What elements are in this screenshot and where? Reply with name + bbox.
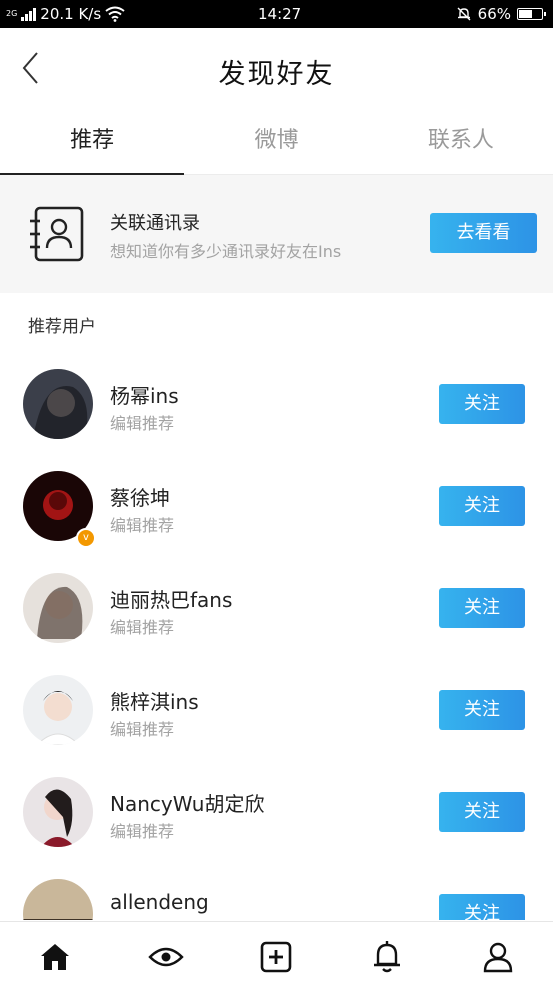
user-subtitle: 编辑推荐 <box>110 516 175 535</box>
bell-icon <box>374 941 401 973</box>
page-title: 发现好友 <box>218 59 335 90</box>
user-subtitle: 编辑推荐 <box>110 414 175 433</box>
follow-button[interactable]: 关注 <box>439 384 525 424</box>
clock: 14:27 <box>258 5 302 23</box>
battery-icon <box>517 8 546 20</box>
nav-notifications[interactable] <box>332 922 443 992</box>
user-name: 熊梓淇ins <box>110 690 199 714</box>
user-list[interactable]: 杨幂ins 编辑推荐 关注 v 蔡徐坤 编辑推荐 关注 迪丽热巴fans 编辑推… <box>0 350 553 920</box>
avatar[interactable] <box>23 675 93 745</box>
header: 发现好友 <box>0 28 553 110</box>
tab-recommended[interactable]: 推荐 <box>0 110 185 175</box>
nav-profile[interactable] <box>442 922 553 992</box>
user-subtitle: 编辑推荐 <box>110 720 175 739</box>
list-item[interactable]: 杨幂ins 编辑推荐 关注 <box>0 350 553 452</box>
plus-square-icon <box>261 941 292 973</box>
follow-button[interactable]: 关注 <box>439 588 525 628</box>
wifi-icon <box>105 6 125 22</box>
network-type: 2G <box>6 9 18 18</box>
user-name: allendeng <box>110 890 209 914</box>
contacts-banner: 关联通讯录 想知道你有多少通讯录好友在Ins 去看看 <box>0 175 553 293</box>
tab-contacts[interactable]: 联系人 <box>369 110 553 174</box>
nav-create[interactable] <box>221 922 332 992</box>
list-item[interactable]: 迪丽热巴fans 编辑推荐 关注 <box>0 554 553 656</box>
follow-button[interactable]: 关注 <box>439 486 525 526</box>
tab-weibo[interactable]: 微博 <box>184 110 368 174</box>
follow-button[interactable]: 关注 <box>439 894 525 920</box>
signal-icon <box>21 7 37 21</box>
list-item[interactable]: NancyWu胡定欣 编辑推荐 关注 <box>0 758 553 860</box>
follow-button[interactable]: 关注 <box>439 792 525 832</box>
nav-home[interactable] <box>0 922 111 992</box>
tab-bar: 推荐 微博 联系人 <box>0 110 553 175</box>
contacts-title: 关联通讯录 <box>110 213 200 234</box>
user-subtitle: 编辑推荐 <box>110 822 175 841</box>
list-item[interactable]: 熊梓淇ins 编辑推荐 关注 <box>0 656 553 758</box>
user-icon <box>483 942 512 973</box>
avatar[interactable] <box>23 879 93 920</box>
network-speed: 20.1 K/s <box>40 5 102 23</box>
user-name: 蔡徐坤 <box>110 486 170 510</box>
follow-button[interactable]: 关注 <box>439 690 525 730</box>
list-item[interactable]: v 蔡徐坤 编辑推荐 关注 <box>0 452 553 554</box>
user-name: 杨幂ins <box>110 384 179 408</box>
view-contacts-button[interactable]: 去看看 <box>430 213 537 253</box>
user-name: 迪丽热巴fans <box>110 588 233 612</box>
verified-badge: v <box>76 528 96 548</box>
list-item[interactable]: allendeng 关注 <box>0 860 553 920</box>
mute-bell-icon <box>457 7 471 21</box>
avatar[interactable] <box>23 777 93 847</box>
avatar[interactable] <box>23 369 93 439</box>
home-icon <box>41 944 70 970</box>
user-subtitle: 编辑推荐 <box>110 618 175 637</box>
user-name: NancyWu胡定欣 <box>110 792 265 816</box>
status-bar: 2G 20.1 K/s 14:27 66% <box>0 0 553 28</box>
nav-discover[interactable] <box>111 922 222 992</box>
eye-icon <box>148 947 184 967</box>
avatar[interactable] <box>23 573 93 643</box>
battery-percent: 66% <box>477 5 511 23</box>
address-book-icon <box>30 206 84 262</box>
section-title: 推荐用户 <box>28 317 96 337</box>
bottom-nav <box>0 921 553 992</box>
contacts-subtitle: 想知道你有多少通讯录好友在Ins <box>110 242 342 261</box>
